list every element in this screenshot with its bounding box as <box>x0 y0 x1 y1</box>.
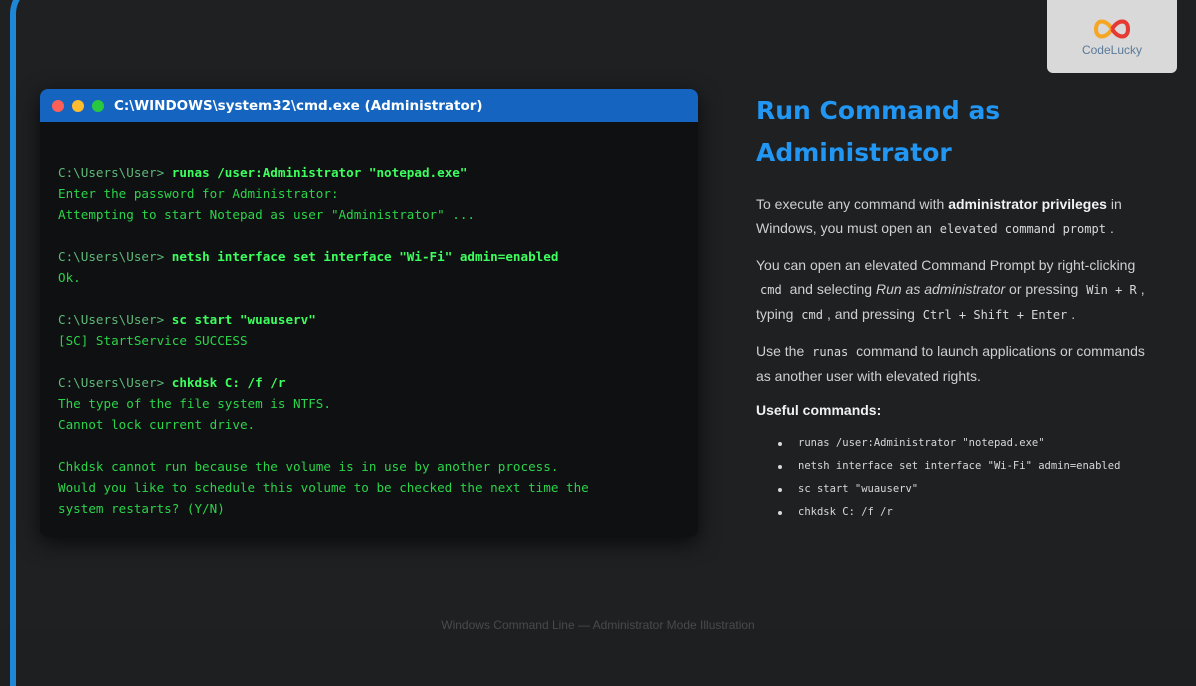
useful-commands-list: runas /user:Administrator "notepad.exe" … <box>756 432 1156 524</box>
list-item: runas /user:Administrator "notepad.exe" <box>778 432 1156 455</box>
output-line: Attempting to start Notepad as user "Adm… <box>58 207 476 222</box>
panel-title-line2: Administrator <box>756 138 952 167</box>
minimize-dot-icon[interactable] <box>72 99 84 112</box>
prompt: C:\Users\User> <box>58 249 172 264</box>
runas-text: Use the <box>756 343 809 359</box>
info-panel: Run Command as Administrator To execute … <box>756 90 1156 524</box>
command-line: C:\Users\User> netsh interface set inter… <box>58 246 680 267</box>
command-text: runas /user:Administrator "notepad.exe" <box>171 165 468 180</box>
output-line: The type of the file system is NTFS. <box>58 396 331 411</box>
useful-commands-heading: Useful commands: <box>756 402 882 418</box>
codelucky-logo: CodeLucky <box>1047 0 1177 73</box>
panel-title: Run Command as Administrator <box>756 90 1156 174</box>
output-line: Ok. <box>58 270 81 285</box>
infinity-logo-icon <box>1093 19 1131 38</box>
cmd-titlebar[interactable]: C:\WINDOWS\system32\cmd.exe (Administrat… <box>40 89 698 122</box>
elevated-text-3: or pressing <box>1005 281 1083 297</box>
output-line: Enter the password for Administrator: <box>58 186 339 201</box>
intro-end: . <box>1109 220 1114 236</box>
command-text: sc start "wuauserv" <box>171 312 316 327</box>
command-line: C:\Users\User> chkdsk C: /f /r <box>58 372 680 393</box>
runas-code: runas <box>812 345 849 359</box>
prompt: C:\Users\User> <box>58 312 172 327</box>
list-item: netsh interface set interface "Wi-Fi" ad… <box>778 455 1156 478</box>
elevated-code-shortcut: Ctrl + Shift + Enter <box>922 308 1068 322</box>
output-line: Would you like to schedule this volume t… <box>58 480 589 495</box>
output-line: Chkdsk cannot run because the volume is … <box>58 459 559 474</box>
command-line: C:\Users\User> runas /user:Administrator… <box>58 162 680 183</box>
output-line: system restarts? (Y/N) <box>58 501 225 516</box>
logo-text: CodeLucky <box>1081 42 1143 57</box>
cmd-output[interactable]: C:\Users\User> runas /user:Administrator… <box>40 122 698 519</box>
intro-code: elevated command prompt <box>939 222 1106 236</box>
elevated-paragraph: You can open an elevated Command Prompt … <box>756 253 1156 327</box>
page-frame: CodeLucky C:\WINDOWS\system32\cmd.exe (A… <box>0 0 1196 686</box>
elevated-end: . <box>1071 306 1076 322</box>
command-text: netsh interface set interface "Wi-Fi" ad… <box>171 249 559 264</box>
elevated-text: You can open an elevated Command Prompt … <box>756 257 1136 273</box>
prompt: C:\Users\User> <box>58 375 172 390</box>
intro-bold: administrator privileges <box>948 196 1107 212</box>
list-item: sc start "wuauserv" <box>778 478 1156 501</box>
elevated-text-2: and selecting <box>785 281 876 297</box>
command-line: C:\Users\User> sc start "wuauserv" <box>58 309 680 330</box>
prompt: C:\Users\User> <box>58 165 172 180</box>
output-line: [SC] StartService SUCCESS <box>58 333 248 348</box>
elevated-code-winr: Win + R <box>1086 283 1137 297</box>
elevated-code-cmd-2: cmd <box>801 308 823 322</box>
cmd-window[interactable]: C:\WINDOWS\system32\cmd.exe (Administrat… <box>40 89 698 537</box>
elevated-italic: Run as administrator <box>875 281 1006 297</box>
runas-paragraph: Use the runas command to launch applicat… <box>756 339 1156 388</box>
cmd-window-title: C:\WINDOWS\system32\cmd.exe (Administrat… <box>114 97 483 114</box>
command-text: chkdsk C: /f /r <box>171 375 286 390</box>
output-line: Cannot lock current drive. <box>58 417 256 432</box>
elevated-code-cmd: cmd <box>760 283 782 297</box>
panel-title-line1: Run Command as <box>756 96 1001 125</box>
elevated-text-5: , and pressing <box>826 306 919 322</box>
list-item: chkdsk C: /f /r <box>778 501 1156 524</box>
close-dot-icon[interactable] <box>52 99 64 112</box>
page-caption: Windows Command Line — Administrator Mod… <box>441 618 755 632</box>
intro-text: To execute any command with <box>756 196 949 212</box>
maximize-dot-icon[interactable] <box>92 99 104 112</box>
intro-paragraph: To execute any command with administrato… <box>756 192 1156 241</box>
